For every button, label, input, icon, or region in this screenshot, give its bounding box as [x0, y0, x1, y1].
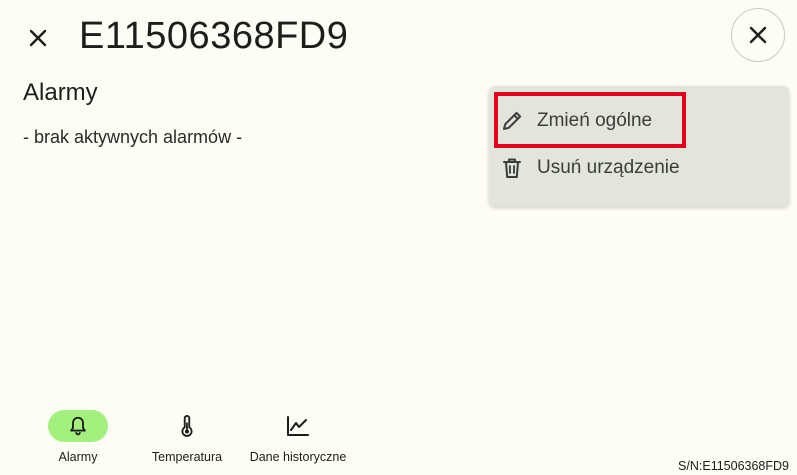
dismiss-button[interactable] [731, 8, 785, 62]
nav-pill [268, 410, 328, 442]
bell-icon [70, 416, 86, 436]
close-icon [749, 26, 767, 44]
page-title: E11506368FD9 [79, 15, 349, 57]
thermometer-icon [181, 414, 193, 437]
nav-item-temperatura[interactable]: Temperatura [142, 410, 232, 470]
menu-item-edit-general[interactable]: Zmień ogólne [489, 98, 789, 144]
menu-item-delete-device[interactable]: Usuń urządzenie [489, 145, 789, 191]
menu-item-label: Zmień ogólne [537, 110, 653, 131]
nav-active-pill [48, 410, 108, 442]
empty-alarms-text: - brak aktywnych alarmów - [23, 127, 243, 147]
close-icon-glyph [29, 29, 47, 47]
context-menu: Zmień ogólne Usuń urządzenie [489, 86, 789, 206]
section-heading: Alarmy [23, 79, 98, 106]
serial-number: S/N:E11506368FD9 [678, 459, 789, 473]
nav-pill [157, 410, 217, 442]
close-icon[interactable] [22, 22, 54, 54]
nav-item-alarmy[interactable]: Alarmy [38, 410, 118, 470]
nav-item-dane-historyczne[interactable]: Dane historyczne [240, 410, 356, 470]
pencil-icon [503, 111, 522, 130]
nav-item-label: Dane historyczne [249, 450, 347, 464]
nav-item-label: Alarmy [58, 450, 98, 464]
trash-icon [503, 158, 521, 178]
line-chart-icon [287, 416, 309, 436]
menu-item-label: Usuń urządzenie [537, 157, 680, 178]
nav-item-label: Temperatura [151, 450, 223, 464]
